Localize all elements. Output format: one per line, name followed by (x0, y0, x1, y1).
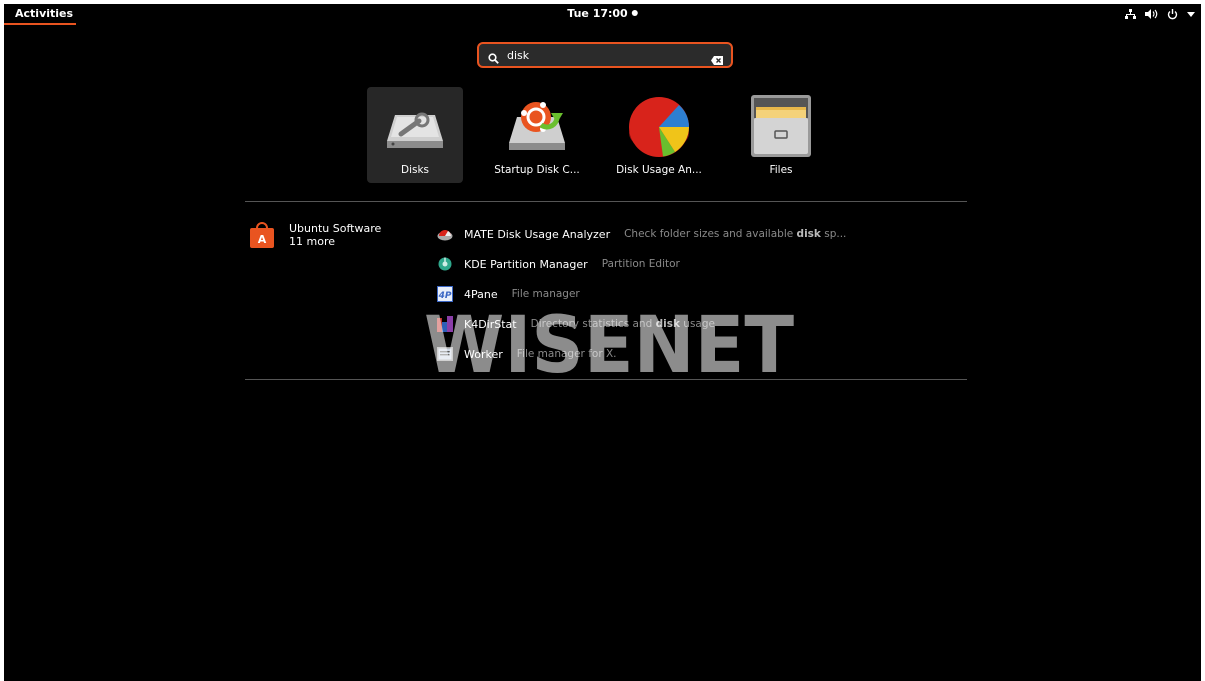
result-description: File manager (511, 288, 580, 300)
activities-button[interactable]: Activities (9, 4, 79, 24)
clear-search-icon[interactable] (711, 50, 723, 69)
app-tile-files[interactable]: Files (733, 87, 829, 183)
app-label: Disk Usage An... (616, 164, 702, 176)
search-box[interactable] (477, 42, 733, 68)
app-results-grid: Disks Startup Disk C... Disk Usage An...… (367, 87, 855, 183)
separator (245, 379, 967, 380)
separator (245, 201, 967, 202)
dropdown-arrow-icon[interactable] (1187, 11, 1195, 17)
4pane-icon: 4P (437, 286, 453, 302)
files-icon (751, 95, 811, 157)
result-name: 4Pane (464, 287, 498, 301)
app-label: Disks (400, 164, 430, 176)
k4dirstat-icon (437, 316, 453, 332)
kde-partition-icon (437, 256, 453, 272)
result-mate-disk-usage-analyzer[interactable]: MATE Disk Usage Analyzer Check folder si… (437, 219, 846, 249)
system-tray[interactable] (1125, 4, 1195, 24)
clock-label: Tue 17:00 (567, 7, 628, 20)
volume-icon[interactable] (1145, 9, 1158, 19)
notification-dot-icon (631, 10, 638, 16)
ubuntu-software-icon: A (250, 222, 274, 248)
result-k4dirstat[interactable]: K4DirStat Directory statistics and disk … (437, 309, 846, 339)
svg-text:4P: 4P (438, 291, 452, 301)
search-input[interactable] (507, 46, 697, 64)
app-label: Files (769, 164, 793, 176)
result-worker[interactable]: Worker File manager for X. (437, 339, 846, 369)
startup-disk-creator-icon (509, 102, 565, 150)
clock-button[interactable]: Tue 17:00 (567, 4, 638, 23)
result-name: K4DirStat (464, 317, 517, 331)
result-4pane[interactable]: 4P 4Pane File manager (437, 279, 846, 309)
result-description: Partition Editor (601, 258, 680, 270)
result-name: MATE Disk Usage Analyzer (464, 227, 611, 241)
network-icon[interactable] (1125, 8, 1136, 20)
disk-usage-analyzer-icon (629, 97, 689, 157)
software-results-list: MATE Disk Usage Analyzer Check folder si… (437, 219, 846, 369)
result-name: Worker (464, 347, 503, 361)
svg-text:A: A (258, 233, 267, 246)
power-icon[interactable] (1167, 8, 1178, 20)
mate-disk-usage-icon (437, 226, 453, 242)
result-description: Directory statistics and disk usage (530, 318, 715, 330)
result-description: Check folder sizes and available disk sp… (624, 228, 847, 240)
app-tile-startup-disk-creator[interactable]: Startup Disk C... (489, 87, 585, 183)
top-bar: Activities Tue 17:00 (4, 4, 1201, 25)
app-tile-disks[interactable]: Disks (367, 87, 463, 183)
result-name: KDE Partition Manager (464, 257, 588, 271)
app-label: Startup Disk C... (494, 164, 580, 176)
activities-underline (4, 23, 76, 25)
desktop-screen: Activities Tue 17:00 disk Disks Startup … (4, 4, 1201, 681)
result-description: File manager for X. (516, 348, 617, 360)
disks-icon (387, 112, 443, 148)
worker-icon (437, 346, 453, 362)
app-tile-disk-usage-analyzer[interactable]: Disk Usage An... (611, 87, 707, 183)
provider-name: Ubuntu Software (289, 222, 382, 235)
result-kde-partition-manager[interactable]: KDE Partition Manager Partition Editor (437, 249, 846, 279)
search-icon (488, 49, 499, 68)
provider-more-link[interactable]: 11 more (289, 236, 335, 248)
